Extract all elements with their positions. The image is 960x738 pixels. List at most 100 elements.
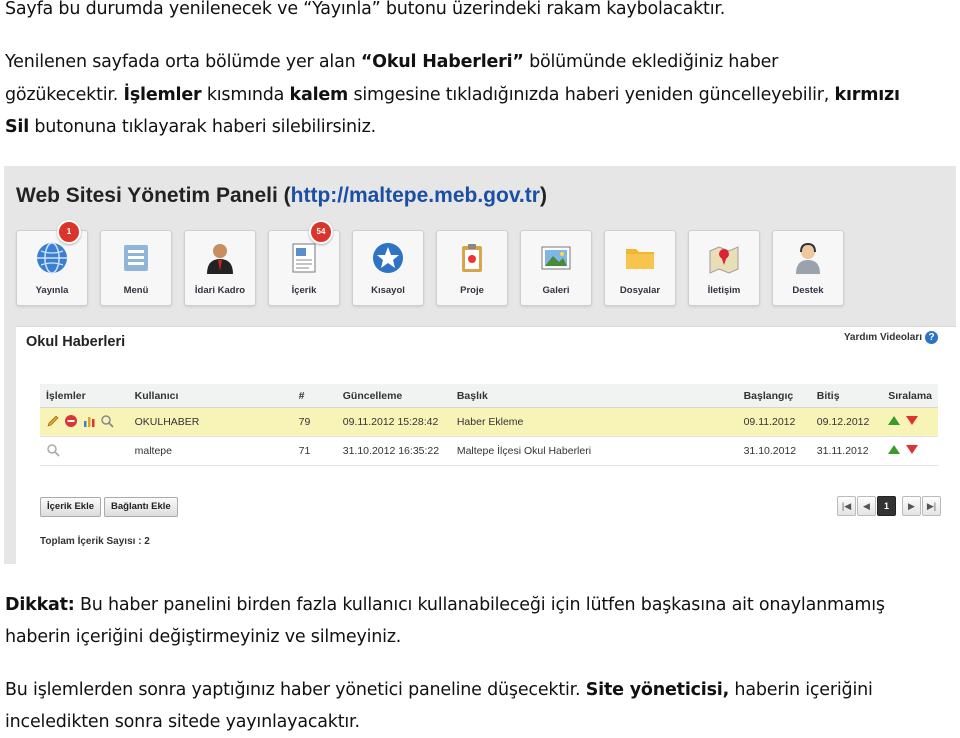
column-header: Güncelleme (336, 384, 451, 408)
column-header: İşlemler (40, 384, 129, 408)
row-actions (40, 407, 129, 437)
column-header: Başlık (450, 384, 738, 408)
cell-sort (882, 407, 938, 437)
document-icon (292, 243, 316, 273)
stats-icon[interactable] (82, 414, 96, 431)
column-header: Bitiş (810, 384, 883, 408)
clipboard-icon (462, 244, 482, 272)
final-line-1: Bu işlemlerden sonra yaptığınız haber yö… (5, 675, 873, 706)
panel-url[interactable]: http://maltepe.meb.gov.tr (291, 184, 540, 207)
folder-icon (626, 249, 654, 269)
tile-label: Kısayol (371, 285, 405, 296)
intro-text: simgesine tıkladığınızda haberi yeniden … (348, 85, 835, 105)
warning-line-2: haberin içeriğini değiştirmeyiniz ve sil… (5, 622, 401, 653)
warning-label: Dikkat: (5, 595, 75, 615)
okul-haberleri-emphasis: “Okul Haberleri” (360, 52, 524, 72)
menu-icon (124, 245, 148, 271)
warning-text: haberin içeriğini değiştirmeyiniz ve sil… (5, 627, 402, 647)
tile-icerik[interactable]: 54 İçerik (268, 220, 340, 306)
tile-label: Menü (123, 285, 149, 296)
search-icon[interactable] (46, 443, 60, 460)
column-header: Sıralama (882, 384, 938, 408)
pencil-icon[interactable] (46, 414, 60, 431)
intro-line-2: Yenilenen sayfada orta bölümde yer alan … (5, 47, 778, 78)
final-text: haberin içeriğini (729, 680, 873, 700)
total-count: Toplam İçerik Sayısı : 2 (40, 536, 150, 547)
sil-emphasis: Sil (5, 117, 30, 137)
final-text: Bu işlemlerden sonra yaptığınız haber yö… (5, 680, 586, 700)
tile-label: İletişim (707, 285, 741, 296)
intro-line-3: gözükecektir. İşlemler kısmında kalem si… (5, 80, 900, 111)
next-page-button[interactable]: ▶ (902, 496, 921, 516)
tile-destek[interactable]: Destek (772, 230, 844, 306)
warning-line-1: Dikkat: Bu haber panelini birden fazla k… (5, 590, 885, 621)
cell-end: 31.11.2012 (810, 436, 883, 466)
site-admin-emphasis: Site yöneticisi, (585, 680, 730, 700)
cell-end: 09.12.2012 (810, 407, 883, 437)
islemler-emphasis: İşlemler (123, 85, 202, 105)
last-page-button[interactable]: ▶| (922, 496, 941, 516)
cell-updated: 09.11.2012 15:28:42 (336, 407, 451, 437)
intro-text: bölümünde eklediğiniz haber (523, 52, 779, 72)
cell-sort (882, 436, 938, 466)
add-link-button[interactable]: Bağlantı Ekle (104, 497, 178, 517)
intro-text: butonuna tıklayarak haberi silebilirsini… (29, 117, 376, 137)
cell-user: maltepe (128, 436, 293, 466)
column-header: # (292, 384, 337, 408)
cell-updated: 31.10.2012 16:35:22 (336, 436, 451, 466)
intro-text: Sayfa bu durumda yenilenecek ve “Yayınla… (5, 0, 726, 19)
tile-kisayol[interactable]: Kısayol (352, 230, 424, 306)
first-page-button[interactable]: |◀ (837, 496, 856, 516)
delete-icon[interactable] (64, 414, 78, 431)
cell-start: 31.10.2012 (737, 436, 811, 466)
column-header: Kullanıcı (128, 384, 293, 408)
move-down-icon[interactable] (906, 416, 919, 425)
move-up-icon[interactable] (888, 445, 901, 454)
tile-galeri[interactable]: Galeri (520, 230, 592, 306)
tile-menu[interactable]: Menü (100, 230, 172, 306)
move-down-icon[interactable] (906, 445, 919, 454)
person-icon (207, 244, 233, 274)
tile-label: Yayınla (35, 285, 69, 296)
image-icon (541, 246, 571, 270)
cell-id: 79 (292, 407, 337, 437)
table-header: İşlemler Kullanıcı # Güncelleme Başlık B… (40, 384, 938, 408)
map-pin-icon (709, 246, 739, 274)
add-content-button[interactable]: İçerik Ekle (40, 497, 102, 517)
intro-text: kısmında (201, 85, 290, 105)
search-icon[interactable] (100, 414, 114, 431)
tile-proje[interactable]: Proje (436, 230, 508, 306)
final-line-2: inceledikten sonra sitede yayınlayacaktı… (5, 707, 360, 738)
tile-dosyalar[interactable]: Dosyalar (604, 230, 676, 306)
intro-line-4: Sil butonuna tıklayarak haberi silebilir… (5, 112, 376, 143)
cell-id: 71 (292, 436, 337, 466)
panel-title-text: Web Sitesi Yönetim Paneli ( (16, 184, 291, 207)
star-icon (373, 243, 403, 273)
intro-text: gözükecektir. (5, 85, 124, 105)
tile-label: Destek (792, 285, 824, 296)
current-page[interactable]: 1 (877, 496, 896, 516)
column-header: Başlangıç (737, 384, 811, 408)
table-row: maltepe 71 31.10.2012 16:35:22 Maltepe İ… (40, 436, 938, 466)
cell-title: Maltepe İlçesi Okul Haberleri (450, 436, 738, 466)
globe-icon (37, 242, 67, 274)
tile-iletisim[interactable]: İletişim (688, 230, 760, 306)
cell-start: 09.11.2012 (737, 407, 811, 437)
admin-panel-screenshot: Web Sitesi Yönetim Paneli (http://maltep… (4, 166, 956, 564)
help-videos-link[interactable]: Yardım Videoları? (844, 331, 938, 344)
tile-yayinla[interactable]: 1 Yayınla (16, 220, 88, 306)
tile-label: Galeri (542, 285, 570, 296)
tile-idari-kadro[interactable]: İdari Kadro (184, 230, 256, 306)
panel-title: Web Sitesi Yönetim Paneli (http://maltep… (16, 184, 547, 208)
prev-page-button[interactable]: ◀ (857, 496, 876, 516)
tile-label: İdari Kadro (194, 285, 246, 296)
panel-title-text: ) (539, 184, 547, 207)
kalem-emphasis: kalem (289, 85, 349, 105)
move-up-icon[interactable] (888, 416, 901, 425)
table-row: OKULHABER 79 09.11.2012 15:28:42 Haber E… (40, 407, 938, 437)
help-label: Yardım Videoları (843, 332, 922, 344)
tile-label: Dosyalar (619, 285, 661, 296)
support-icon (796, 242, 820, 274)
intro-line-1: Sayfa bu durumda yenilenecek ve “Yayınla… (5, 0, 725, 25)
tile-label: İçerik (291, 285, 317, 296)
